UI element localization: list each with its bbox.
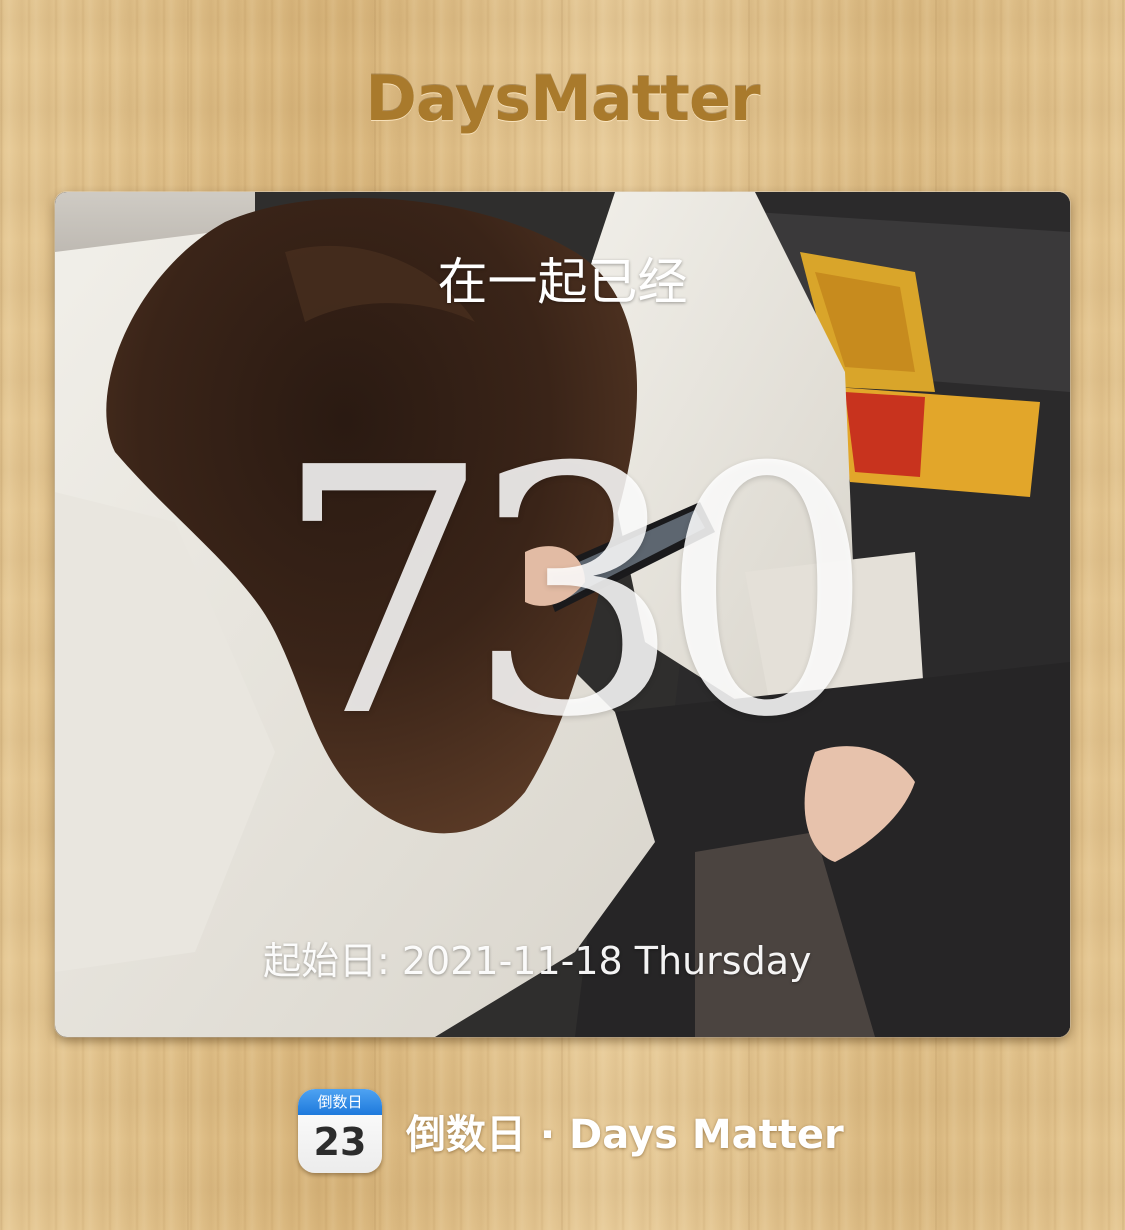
app-title: DaysMatter — [365, 62, 760, 135]
footer-brand-text: 倒数日 · Days Matter — [406, 1112, 844, 1158]
calendar-icon-number: 23 — [313, 1120, 367, 1164]
calendar-app-icon: 倒数日 23 — [298, 1089, 382, 1173]
start-date-label: 起始日: 2021-11-18 Thursday — [263, 939, 812, 983]
day-count: 730 — [274, 396, 875, 792]
app-footer: 倒数日 23 倒数日 · Days Matter — [298, 1088, 844, 1174]
event-card[interactable]: 在一起已经 730 起始日: 2021-11-18 Thursday — [55, 192, 1070, 1037]
calendar-icon-label: 倒数日 — [298, 1089, 382, 1115]
event-title: 在一起已经 — [437, 253, 688, 311]
